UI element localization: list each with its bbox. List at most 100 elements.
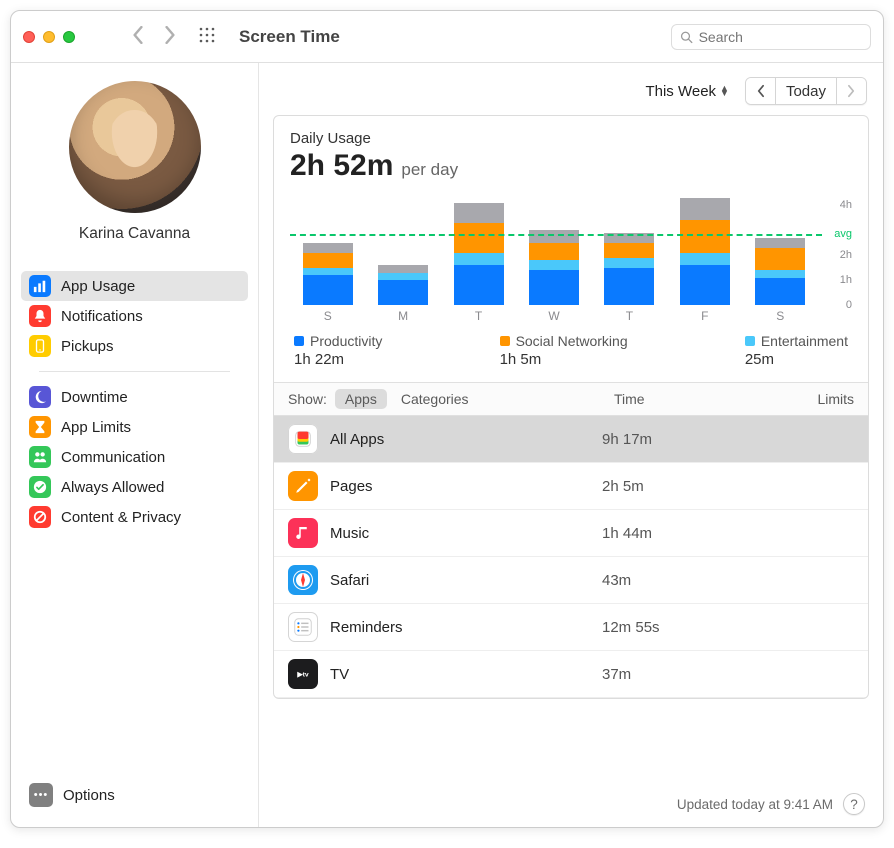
usage-bar-chart: avg01h2h4h SMTWTFS — [290, 193, 852, 323]
bar-segment-entertainment — [378, 273, 428, 280]
app-time: 12m 55s — [602, 619, 772, 636]
sidebar-item-label: Pickups — [61, 338, 114, 355]
zoom-window-button[interactable] — [63, 31, 75, 43]
apps-table: All Apps9h 17mPages2h 5mMusic1h 44mSafar… — [274, 416, 868, 698]
back-button[interactable] — [131, 26, 145, 47]
legend-name: Productivity — [310, 333, 382, 349]
bar-segment-productivity — [303, 275, 353, 305]
bar-segment-productivity — [529, 270, 579, 305]
bar-segment-other — [378, 265, 428, 272]
communication-icon — [29, 446, 51, 468]
app-name: All Apps — [330, 431, 384, 448]
bar-segment-productivity — [755, 278, 805, 305]
bar-segment-social-networking — [454, 223, 504, 253]
forward-button[interactable] — [163, 26, 177, 47]
chart-day-column[interactable]: T — [441, 203, 516, 323]
sidebar-item-pickups[interactable]: Pickups — [21, 331, 248, 361]
chart-day-label: S — [776, 309, 784, 323]
bar-segment-social-networking — [529, 243, 579, 260]
chart-day-label: S — [324, 309, 332, 323]
sidebar-options[interactable]: Options — [63, 787, 115, 804]
app-time: 2h 5m — [602, 478, 772, 495]
chart-day-column[interactable]: S — [290, 243, 365, 323]
minimize-window-button[interactable] — [43, 31, 55, 43]
app-name: Pages — [330, 478, 373, 495]
pickups-icon — [29, 335, 51, 357]
app-time: 37m — [602, 666, 772, 683]
legend-item-social-networking[interactable]: Social Networking1h 5m — [500, 333, 628, 368]
app-time: 1h 44m — [602, 525, 772, 542]
stepper-icon: ▲▼ — [720, 86, 729, 96]
chart-day-label: W — [548, 309, 559, 323]
column-time[interactable]: Time — [614, 391, 784, 407]
sidebar-item-label: Always Allowed — [61, 479, 164, 496]
app-row-music[interactable]: Music1h 44m — [274, 510, 868, 557]
chart-day-column[interactable]: T — [592, 233, 667, 323]
reminders-app-icon — [288, 612, 318, 642]
app-time: 43m — [602, 572, 772, 589]
legend-value: 1h 5m — [500, 351, 628, 368]
legend-value: 25m — [745, 351, 848, 368]
app-row-safari[interactable]: Safari 43m — [274, 557, 868, 604]
all-preferences-grid-icon[interactable] — [199, 27, 231, 46]
tab-apps[interactable]: Apps — [335, 389, 387, 409]
bar-segment-social-networking — [604, 243, 654, 258]
sidebar-item-always-allowed[interactable]: Always Allowed — [21, 472, 248, 502]
date-segmented-control: Today — [745, 77, 867, 105]
app-row-pages[interactable]: Pages 2h 5m — [274, 463, 868, 510]
legend-value: 1h 22m — [294, 351, 382, 368]
legend-item-productivity[interactable]: Productivity 1h 22m — [294, 333, 382, 368]
y-tick: 1h — [840, 274, 852, 286]
previous-day-button[interactable] — [746, 78, 775, 104]
daily-usage-value: 2h 52m per day — [290, 149, 852, 183]
chart-day-column[interactable]: F — [667, 198, 742, 323]
titlebar: Screen Time — [11, 11, 883, 63]
updated-timestamp: Updated today at 9:41 AM — [677, 797, 833, 812]
show-label: Show: — [288, 391, 327, 407]
search-input[interactable] — [699, 29, 862, 45]
period-picker[interactable]: This Week ▲▼ — [637, 79, 737, 104]
app-time: 9h 17m — [602, 431, 772, 448]
svg-text:▶tv: ▶tv — [296, 671, 308, 678]
chart-day-column[interactable]: W — [516, 230, 591, 323]
legend-item-entertainment[interactable]: Entertainment25m — [745, 333, 848, 368]
sidebar-item-notifications[interactable]: Notifications — [21, 301, 248, 331]
sidebar-item-communication[interactable]: Communication — [21, 442, 248, 472]
period-label: This Week — [645, 83, 716, 100]
app-row-reminders[interactable]: Reminders12m 55s — [274, 604, 868, 651]
user-avatar[interactable] — [69, 81, 201, 213]
app-row-tv[interactable]: ▶tvTV37m — [274, 651, 868, 698]
main-content: This Week ▲▼ Today Daily Usage — [259, 63, 883, 827]
user-name: Karina Cavanna — [11, 225, 258, 243]
search-icon — [680, 30, 693, 44]
y-tick: 2h — [840, 249, 852, 261]
tab-categories[interactable]: Categories — [391, 389, 479, 409]
chart-day-label: T — [626, 309, 633, 323]
chart-day-column[interactable]: M — [365, 265, 440, 323]
app-row-all-apps[interactable]: All Apps 9h 17m — [274, 416, 868, 463]
legend-dot — [745, 336, 755, 346]
search-field[interactable] — [671, 24, 871, 50]
sidebar-item-app-usage[interactable]: App Usage — [21, 271, 248, 301]
next-day-button[interactable] — [836, 78, 866, 104]
sidebar-item-label: App Usage — [61, 278, 135, 295]
sidebar-item-content-privacy[interactable]: Content & Privacy — [21, 502, 248, 532]
help-button[interactable]: ? — [843, 793, 865, 815]
chart-day-column[interactable]: S — [743, 238, 818, 323]
sidebar-item-app-limits[interactable]: App Limits — [21, 412, 248, 442]
always-allowed-icon — [29, 476, 51, 498]
app-name: Safari — [330, 572, 369, 589]
show-tabs: AppsCategories — [335, 389, 479, 409]
bar-segment-productivity — [680, 265, 730, 305]
sidebar-item-downtime[interactable]: Downtime — [21, 382, 248, 412]
bar-segment-productivity — [454, 265, 504, 305]
sidebar: Karina Cavanna App Usage Notifications Pic… — [11, 63, 259, 827]
today-button[interactable]: Today — [775, 78, 836, 104]
sidebar-item-label: Notifications — [61, 308, 143, 325]
close-window-button[interactable] — [23, 31, 35, 43]
bar-segment-entertainment — [604, 258, 654, 268]
column-limits[interactable]: Limits — [784, 391, 854, 407]
y-tick: 4h — [840, 199, 852, 211]
legend-dot — [500, 336, 510, 346]
window-controls — [23, 31, 75, 43]
